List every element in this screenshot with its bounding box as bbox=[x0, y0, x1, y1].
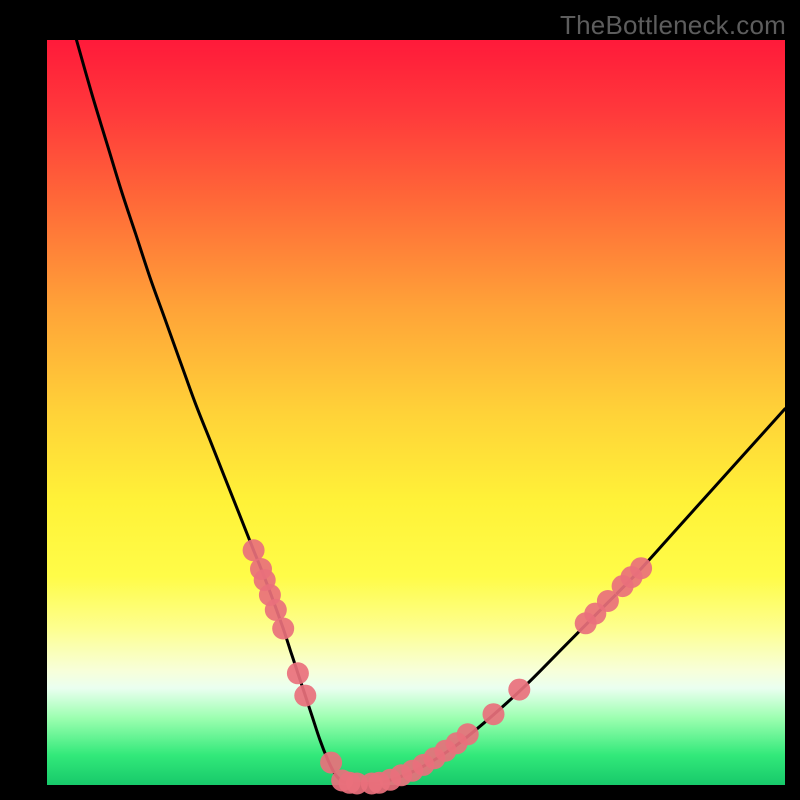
data-marker bbox=[508, 679, 530, 701]
watermark-text: TheBottleneck.com bbox=[560, 10, 786, 41]
data-marker bbox=[272, 618, 294, 640]
data-marker bbox=[294, 685, 316, 707]
data-marker bbox=[287, 662, 309, 684]
plot-area bbox=[47, 40, 785, 785]
data-marker bbox=[483, 703, 505, 725]
data-marker bbox=[457, 723, 479, 745]
bottleneck-curve bbox=[77, 40, 786, 784]
chart-frame: TheBottleneck.com bbox=[0, 0, 800, 800]
chart-svg bbox=[47, 40, 785, 785]
data-marker bbox=[243, 539, 265, 561]
data-markers bbox=[243, 539, 652, 794]
data-marker bbox=[630, 557, 652, 579]
